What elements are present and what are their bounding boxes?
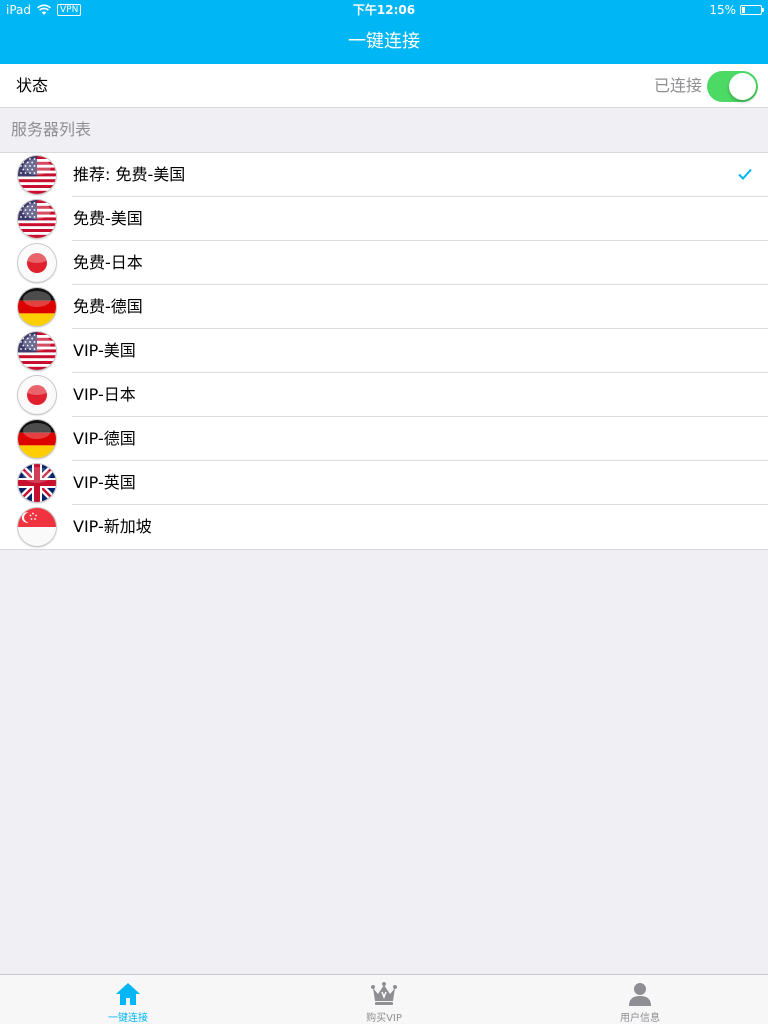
tab-user[interactable]: 用户信息 <box>512 975 768 1024</box>
tab-label: 用户信息 <box>620 1013 660 1024</box>
server-list-header: 服务器列表 <box>11 120 92 139</box>
crown-icon <box>370 981 398 1007</box>
app-root: iPad VPN 下午12:06 15% 一键连接 状态 已连接 服务器列表 推… <box>0 0 768 1024</box>
battery-fill <box>742 7 745 13</box>
uk-flag-icon <box>18 464 56 502</box>
connection-status-row: 状态 已连接 <box>0 64 768 108</box>
battery-percent: 15% <box>709 3 736 17</box>
sg-flag-icon <box>18 508 56 546</box>
de-flag-icon <box>18 420 56 458</box>
status-bar: iPad VPN 下午12:06 15% <box>0 0 768 20</box>
server-name: VIP-英国 <box>73 473 136 492</box>
server-list: 推荐: 免费-美国 免费-美国 免费-日本 免费-德国 VIP-美国 VIP-日… <box>0 152 768 550</box>
status-label: 状态 <box>16 76 49 95</box>
jp-flag-icon <box>18 244 56 282</box>
server-row[interactable]: VIP-新加坡 <box>0 505 768 549</box>
tab-home[interactable]: 一键连接 <box>0 975 256 1024</box>
server-name: VIP-德国 <box>73 429 136 448</box>
tab-bar: 一键连接 购买VIP 用户信息 <box>0 974 768 1024</box>
server-row[interactable]: 免费-美国 <box>0 197 768 241</box>
server-row[interactable]: VIP-德国 <box>0 417 768 461</box>
tab-label: 购买VIP <box>366 1013 402 1024</box>
tab-crown[interactable]: 购买VIP <box>256 975 512 1024</box>
toggle-knob <box>729 73 756 100</box>
top-bar: iPad VPN 下午12:06 15% 一键连接 <box>0 0 768 64</box>
server-name: VIP-美国 <box>73 341 136 360</box>
checkmark-icon <box>738 168 752 180</box>
server-name: 推荐: 免费-美国 <box>73 165 186 184</box>
us-flag-icon <box>18 156 56 194</box>
us-flag-icon <box>18 200 56 238</box>
status-time: 下午12:06 <box>352 3 416 17</box>
server-name: VIP-日本 <box>73 385 136 404</box>
server-name: 免费-日本 <box>73 253 143 272</box>
connection-toggle[interactable] <box>707 71 758 102</box>
de-flag-icon <box>18 288 56 326</box>
us-flag-icon <box>18 332 56 370</box>
tab-label: 一键连接 <box>108 1013 148 1024</box>
jp-flag-icon <box>18 376 56 414</box>
connection-status-text: 已连接 <box>653 76 702 95</box>
server-row[interactable]: VIP-美国 <box>0 329 768 373</box>
server-row[interactable]: VIP-英国 <box>0 461 768 505</box>
server-name: VIP-新加坡 <box>73 517 152 536</box>
home-icon <box>114 981 142 1007</box>
server-name: 免费-德国 <box>73 297 143 316</box>
server-row[interactable]: 免费-日本 <box>0 241 768 285</box>
user-icon <box>626 981 654 1007</box>
battery-icon <box>740 5 764 15</box>
server-row[interactable]: 推荐: 免费-美国 <box>0 153 768 197</box>
server-row[interactable]: 免费-德国 <box>0 285 768 329</box>
server-row[interactable]: VIP-日本 <box>0 373 768 417</box>
page-title: 一键连接 <box>348 31 420 52</box>
server-name: 免费-美国 <box>73 209 143 228</box>
